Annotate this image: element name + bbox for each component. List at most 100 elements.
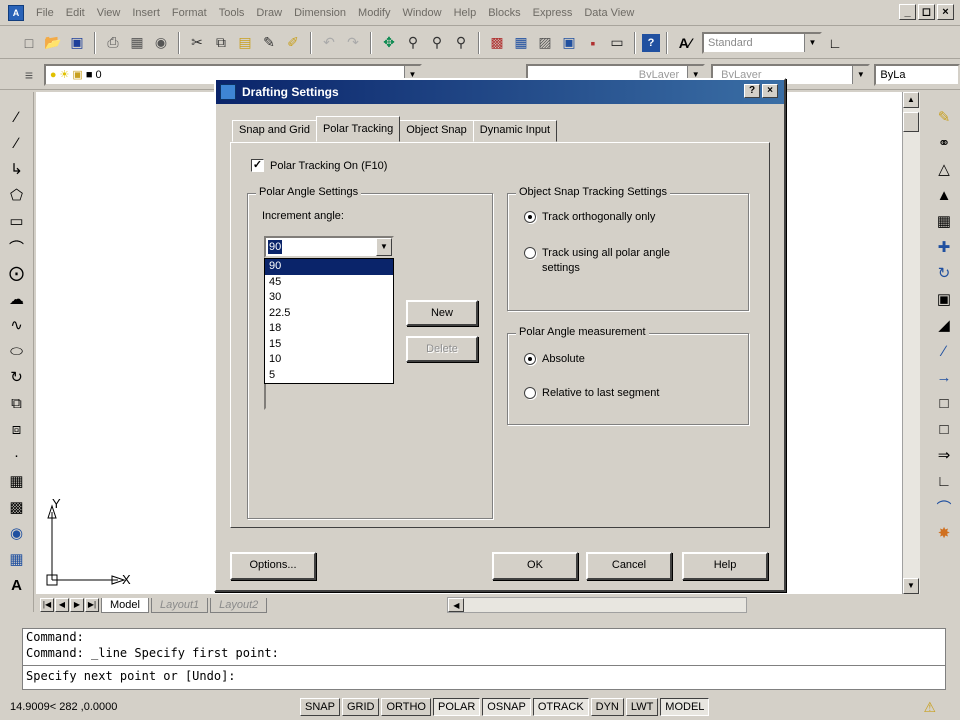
menu-tools[interactable]: Tools	[213, 7, 251, 19]
ellipse-icon[interactable]: ⬭	[6, 340, 28, 362]
properties-icon[interactable]: ▩	[486, 32, 508, 54]
radio-selected-icon[interactable]	[524, 211, 536, 223]
last-tab-icon[interactable]: ▶|	[85, 598, 99, 612]
command-prompt[interactable]: Specify next point or [Undo]:	[23, 665, 945, 687]
calculator-icon[interactable]: ▭	[606, 32, 628, 54]
open-file-icon[interactable]: 📂	[42, 32, 64, 54]
horizontal-scrollbar[interactable]: ◀	[447, 597, 748, 613]
minimize-button[interactable]: _	[899, 4, 916, 20]
otrack-toggle[interactable]: OTRACK	[532, 698, 589, 716]
menu-file[interactable]: File	[30, 7, 60, 19]
multiline-text-icon[interactable]: A	[6, 574, 28, 596]
publish-icon[interactable]: ◉	[150, 32, 172, 54]
new-angle-button[interactable]: New	[406, 300, 478, 326]
scroll-left-icon[interactable]: ◀	[448, 598, 465, 612]
dialog-close-button[interactable]: ×	[762, 84, 778, 98]
explode-icon[interactable]: ✸	[933, 522, 955, 544]
spline-icon[interactable]: ∿	[6, 314, 28, 336]
new-file-icon[interactable]: □	[18, 32, 40, 54]
markup-icon[interactable]: ▪	[582, 32, 604, 54]
vertical-scrollbar[interactable]: ▲ ▼	[902, 92, 920, 594]
copy-icon[interactable]: ⧉	[210, 32, 232, 54]
zoom-previous-icon[interactable]: ⚲	[450, 32, 472, 54]
pan-icon[interactable]: ✥	[378, 32, 400, 54]
text-style-combo[interactable]: Standard ▼	[702, 31, 822, 54]
coordinate-readout[interactable]: 14.9009< 282 ,0.0000	[10, 701, 190, 713]
polar-toggle[interactable]: POLAR	[433, 698, 481, 716]
plot-icon[interactable]: ⎙	[102, 32, 124, 54]
list-item[interactable]: 30	[265, 290, 393, 306]
list-item[interactable]: 18	[265, 321, 393, 337]
increment-angle-combo[interactable]: 90 ▼	[264, 236, 394, 258]
relative-last-segment-radio[interactable]: Relative to last segment	[524, 386, 712, 401]
tab-dynamic-input[interactable]: Dynamic Input	[472, 120, 558, 142]
array-icon[interactable]: ▦	[933, 210, 955, 232]
ellipse-arc-icon[interactable]: ↻	[6, 366, 28, 388]
list-item[interactable]: 45	[265, 275, 393, 291]
list-item[interactable]: 5	[265, 368, 393, 384]
menu-insert[interactable]: Insert	[126, 7, 166, 19]
polar-tracking-on-checkbox[interactable]: ✓ Polar Tracking On (F10)	[251, 159, 387, 172]
radio-empty-icon[interactable]	[524, 387, 536, 399]
layer-manager-icon[interactable]: ≡	[18, 64, 40, 86]
offset-icon[interactable]: ▲	[933, 184, 955, 206]
save-icon[interactable]: ▣	[66, 32, 88, 54]
tab-object-snap[interactable]: Object Snap	[399, 120, 474, 142]
chamfer-icon[interactable]: ∟	[933, 470, 955, 492]
block-editor-icon[interactable]: ✐	[282, 32, 304, 54]
join-icon[interactable]: ⇒	[933, 444, 955, 466]
plot-preview-icon[interactable]: ▦	[126, 32, 148, 54]
undo-icon[interactable]: ↶	[318, 32, 340, 54]
insert-block-icon[interactable]: ⧉	[6, 392, 28, 414]
copy-object-icon[interactable]: ⚭	[933, 132, 955, 154]
ortho-toggle[interactable]: ORTHO	[381, 698, 431, 716]
stretch-icon[interactable]: ◢	[933, 314, 955, 336]
menu-modify[interactable]: Modify	[352, 7, 396, 19]
revision-cloud-icon[interactable]: ☁	[6, 288, 28, 310]
menu-blocks[interactable]: Blocks	[482, 7, 526, 19]
snap-toggle[interactable]: SNAP	[300, 698, 340, 716]
menu-help[interactable]: Help	[448, 7, 483, 19]
menu-view[interactable]: View	[91, 7, 127, 19]
rectangle-icon[interactable]: ▭	[6, 210, 28, 232]
prev-tab-icon[interactable]: ◀	[55, 598, 69, 612]
dimension-style-icon[interactable]: ∟	[824, 32, 846, 54]
dialog-title-bar[interactable]: Drafting Settings	[216, 80, 784, 104]
hatch-icon[interactable]: ▦	[6, 470, 28, 492]
communication-center-icon[interactable]: ⚠	[923, 699, 936, 716]
make-block-icon[interactable]: ⧈	[6, 418, 28, 440]
autocad-app-icon[interactable]: A	[8, 4, 24, 21]
restore-button[interactable]: ◻	[918, 4, 935, 20]
menu-express[interactable]: Express	[527, 7, 579, 19]
close-button[interactable]: ×	[937, 4, 954, 20]
menu-edit[interactable]: Edit	[60, 7, 91, 19]
context-help-button[interactable]: ?	[744, 84, 760, 98]
erase-icon[interactable]: ✎	[933, 106, 955, 128]
help-button[interactable]: Help	[682, 552, 768, 580]
polyline-icon[interactable]: ↳	[6, 158, 28, 180]
zoom-window-icon[interactable]: ⚲	[426, 32, 448, 54]
circle-icon[interactable]: ⨀	[6, 262, 28, 284]
match-properties-icon[interactable]: ✎	[258, 32, 280, 54]
table-icon[interactable]: ▦	[6, 548, 28, 570]
delete-angle-button[interactable]: Delete	[406, 336, 478, 362]
list-item[interactable]: 15	[265, 337, 393, 353]
grid-toggle[interactable]: GRID	[341, 698, 380, 716]
move-icon[interactable]: ✚	[933, 236, 955, 258]
osnap-toggle[interactable]: OSNAP	[482, 698, 531, 716]
zoom-realtime-icon[interactable]: ⚲	[402, 32, 424, 54]
construction-line-icon[interactable]: ∕	[6, 132, 28, 154]
cut-icon[interactable]: ✂	[186, 32, 208, 54]
tab-layout1[interactable]: Layout1	[150, 597, 209, 613]
text-style-icon[interactable]: A⁄	[674, 32, 696, 54]
menu-format[interactable]: Format	[166, 7, 213, 19]
command-window[interactable]: Command: Command: _line Specify first po…	[22, 628, 946, 690]
list-item[interactable]: 10	[265, 352, 393, 368]
tab-model[interactable]: Model	[101, 597, 149, 613]
dyn-toggle[interactable]: DYN	[590, 698, 624, 716]
lwt-toggle[interactable]: LWT	[625, 698, 659, 716]
chevron-down-icon[interactable]: ▼	[804, 33, 820, 52]
help-icon[interactable]: ?	[642, 33, 660, 52]
paste-icon[interactable]: ▤	[234, 32, 256, 54]
menu-draw[interactable]: Draw	[250, 7, 288, 19]
